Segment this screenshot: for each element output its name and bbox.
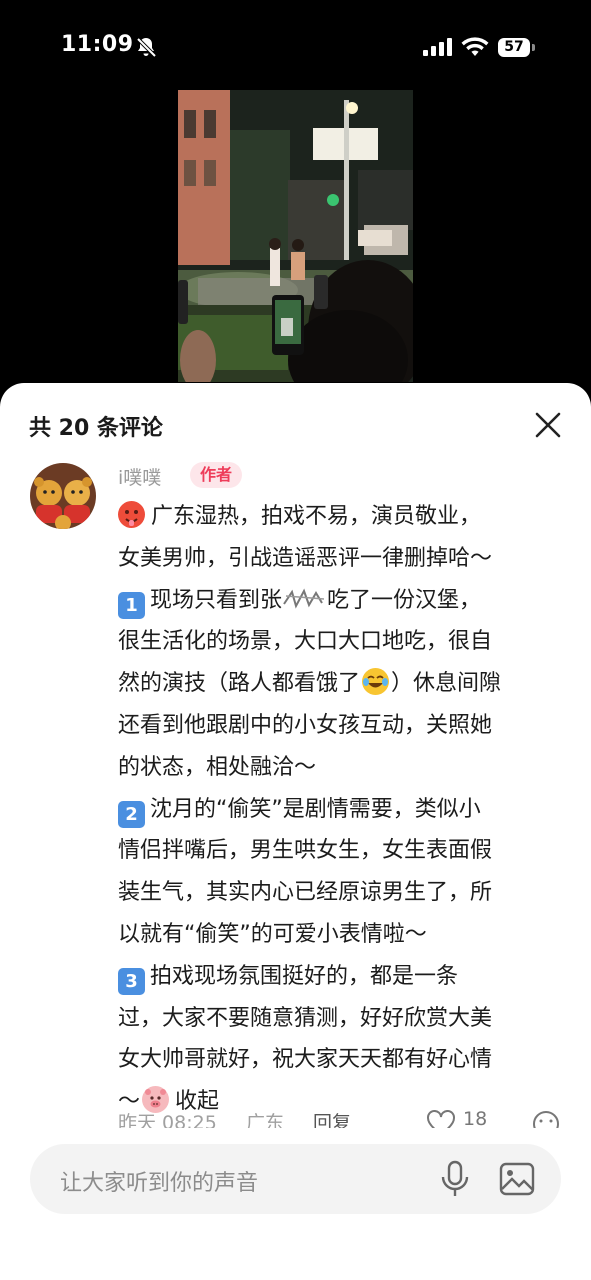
like-count: 18 <box>463 1108 488 1128</box>
author-badge: 作者 <box>190 462 243 488</box>
image-icon[interactable] <box>498 1160 536 1198</box>
comment-text: 情侣拌嘴后，男生哄女生，女生表面假 <box>118 838 493 864</box>
comment-body: 广东湿热，拍戏不易，演员敬业， 女美男帅，引战造谣恶评一律删掉哈～ 1 现场只看到… <box>118 496 568 1123</box>
comment-username[interactable]: i噗噗 <box>118 463 161 490</box>
comment-text: 以就有“偷笑”的可爱小表情啦～ <box>118 921 427 947</box>
comment-line: 广东湿热，拍戏不易，演员敬业， <box>118 496 568 538</box>
comment-text: 装生气，其实内心已经原谅男生了，所 <box>118 880 493 906</box>
video-thumbnail[interactable] <box>178 90 413 382</box>
comment-input-placeholder[interactable]: 让大家听到你的声音 <box>60 1165 258 1197</box>
keycap-3-icon: 3 <box>118 967 145 995</box>
battery-tip <box>532 44 535 51</box>
comment-text: ）休息间隙 <box>391 671 502 697</box>
comment-text: 广东湿热，拍戏不易，演员敬业， <box>151 504 482 529</box>
avatar[interactable] <box>30 463 96 529</box>
keycap-1-icon: 1 <box>118 591 145 619</box>
comment-text: 现场只看到张 <box>150 587 283 613</box>
heart-icon[interactable] <box>426 1110 456 1128</box>
microphone-icon[interactable] <box>438 1159 472 1199</box>
status-time: 11:09 <box>61 32 134 57</box>
comment-text: 还看到他跟剧中的小女孩互动，关照她 <box>118 712 493 738</box>
comment-text: 过，大家不要随意猜测，好好欣赏大美 <box>118 1005 493 1031</box>
cellular-signal-icon <box>423 38 452 56</box>
tears-of-joy-emoji-icon <box>362 668 390 696</box>
comment-location: 广东 <box>246 1112 285 1128</box>
comment-line: 1 现场只看到张 吃了一份汉堡， <box>118 580 568 622</box>
dislike-face-icon[interactable] <box>531 1109 561 1128</box>
wifi-icon <box>461 37 489 56</box>
comment-text: 的状态，相处融洽～ <box>118 754 317 780</box>
comment-input-bar[interactable]: 让大家听到你的声音 <box>30 1144 561 1214</box>
comment-text: 拍戏现场氛围挺好的，都是一条 <box>150 963 459 989</box>
close-icon[interactable] <box>532 409 564 441</box>
comment-line: 3 拍戏现场氛围挺好的，都是一条 <box>118 956 568 998</box>
comment-meta-row: 昨天 08:25 广东 回复 18 <box>118 1108 578 1128</box>
home-indicator-area <box>0 1244 591 1280</box>
comment-line: 2 沈月的“偷笑”是剧情需要，类似小 <box>118 789 568 831</box>
bell-slash-icon <box>136 37 157 58</box>
comment-text: 吃了一份汉堡， <box>327 587 482 613</box>
comment-text: 很生活化的场景，大口大口地吃，很自 <box>118 629 493 655</box>
battery-icon: 57 <box>498 38 530 57</box>
comment-text: 女美男帅，引战造谣恶评一律删掉哈～ <box>118 545 493 571</box>
reply-button[interactable]: 回复 <box>313 1108 351 1128</box>
plush-bear-avatar-image <box>30 463 96 529</box>
comment-text: 沈月的“偷笑”是剧情需要，类似小 <box>150 796 481 822</box>
comment-text: 女大帅哥就好，祝大家天天都有好心情 <box>118 1047 493 1073</box>
comments-count-title: 共 20 条评论 <box>29 416 163 441</box>
hot-face-emoji-icon <box>118 501 145 528</box>
comment-time: 昨天 08:25 <box>118 1112 217 1128</box>
redacted-name-scribble <box>282 583 327 609</box>
video-scene <box>178 90 413 382</box>
status-bar: 11:09 57 <box>0 0 591 95</box>
comment-text: 然的演技（路人都看饿了 <box>118 671 361 697</box>
comment-line: 然的演技（路人都看饿了 ）休息间隙 <box>118 663 568 705</box>
keycap-2-icon: 2 <box>118 800 145 828</box>
